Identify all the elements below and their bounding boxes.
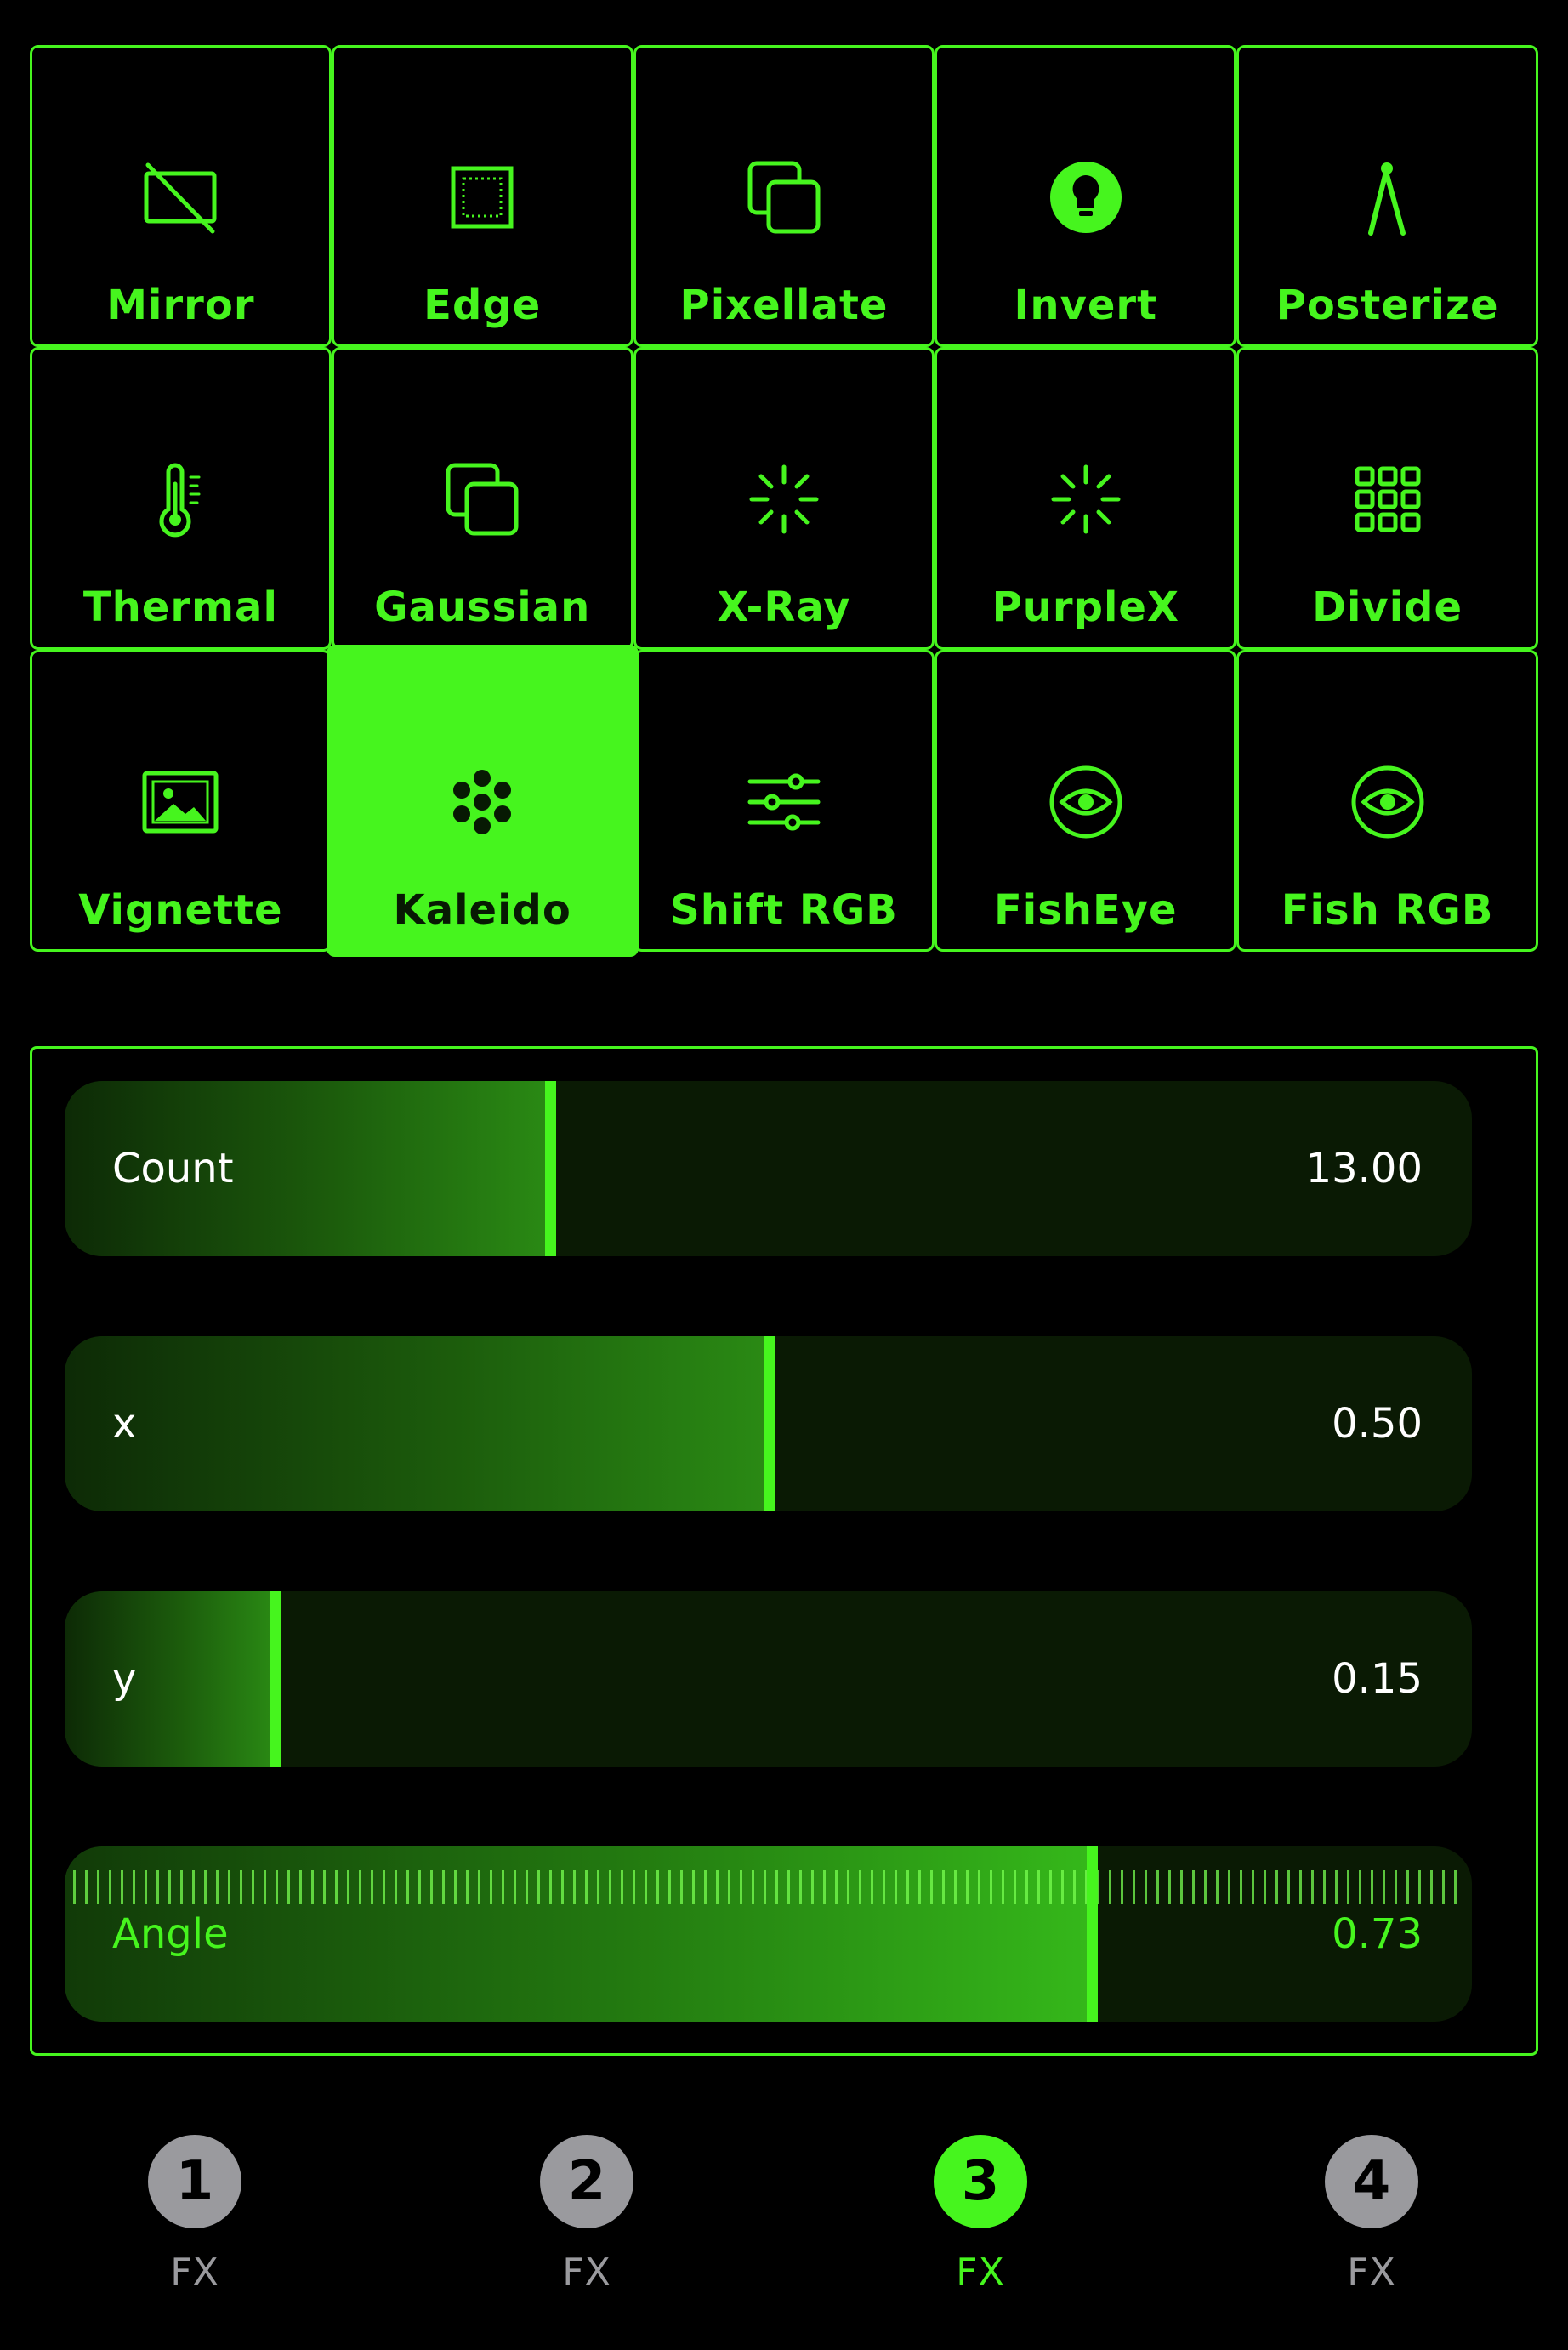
fx-tab-bar: 1 FX 2 FX 3 FX 4 FX: [0, 2135, 1568, 2330]
effect-label: Pixellate: [679, 282, 889, 329]
effect-posterize[interactable]: Posterize: [1236, 45, 1538, 348]
effect-label: X-Ray: [717, 583, 851, 632]
slider-label: y: [112, 1655, 137, 1703]
effect-label: FishEye: [993, 885, 1178, 934]
effects-grid: Mirror Edge Pixellate Invert Posterize T…: [30, 45, 1538, 957]
tab-number: 3: [934, 2135, 1027, 2228]
effect-kaleido[interactable]: Kaleido: [326, 644, 639, 957]
parameters-panel: Count 13.00 x 0.50 y 0.15 Angle 0.73: [30, 1046, 1538, 2056]
slider-value: 0.15: [1332, 1655, 1423, 1703]
slider-handle[interactable]: [763, 1336, 775, 1511]
effect-label: PurpleX: [991, 583, 1179, 632]
effect-pixellate[interactable]: Pixellate: [633, 45, 935, 348]
effect-invert[interactable]: Invert: [935, 45, 1237, 348]
slider-label: Angle: [112, 1910, 229, 1958]
slider-handle[interactable]: [544, 1081, 556, 1256]
effect-label: Invert: [1014, 282, 1158, 329]
tab-label: FX: [956, 2250, 1005, 2294]
effect-xray[interactable]: X-Ray: [633, 347, 935, 650]
effect-label: Divide: [1312, 583, 1463, 632]
tab-number: 4: [1325, 2135, 1418, 2228]
pixellate-icon: [743, 156, 825, 238]
effect-edge[interactable]: Edge: [331, 45, 633, 348]
effect-gaussian[interactable]: Gaussian: [331, 347, 633, 650]
effect-purplex[interactable]: PurpleX: [935, 347, 1237, 650]
effect-vignette[interactable]: Vignette: [30, 649, 332, 952]
tab-label: FX: [1347, 2250, 1396, 2294]
slider-value: 0.73: [1332, 1910, 1423, 1958]
fish-rgb-icon: [1347, 761, 1429, 843]
effect-label: Posterize: [1275, 282, 1499, 329]
slider-value: 0.50: [1332, 1400, 1423, 1448]
tab-fx-1[interactable]: 1 FX: [135, 2135, 254, 2294]
effect-shift-rgb[interactable]: Shift RGB: [633, 649, 935, 952]
tab-number: 2: [540, 2135, 633, 2228]
posterize-icon: [1347, 156, 1429, 238]
effect-label: Vignette: [78, 885, 283, 934]
mirror-icon: [139, 156, 221, 238]
angle-slider[interactable]: Angle 0.73: [65, 1846, 1472, 2022]
effect-mirror[interactable]: Mirror: [30, 45, 332, 348]
tab-fx-4[interactable]: 4 FX: [1312, 2135, 1431, 2294]
slider-handle[interactable]: [1087, 1846, 1099, 2022]
kaleido-icon: [441, 761, 523, 843]
slider-label: x: [112, 1400, 137, 1448]
slider-fill: [65, 1591, 276, 1767]
thermal-icon: [139, 458, 221, 540]
slider-handle[interactable]: [270, 1591, 282, 1767]
effect-label: Shift RGB: [670, 885, 898, 934]
purplex-icon: [1045, 458, 1127, 540]
tab-fx-3[interactable]: 3 FX: [921, 2135, 1040, 2294]
vignette-icon: [139, 761, 221, 843]
invert-icon: [1045, 156, 1127, 238]
slider-fill: [65, 1336, 769, 1511]
y-slider[interactable]: y 0.15: [65, 1591, 1472, 1767]
effect-divide[interactable]: Divide: [1236, 347, 1538, 650]
xray-icon: [743, 458, 825, 540]
effect-fisheye[interactable]: FishEye: [935, 649, 1237, 952]
effect-label: Mirror: [106, 282, 255, 329]
edge-icon: [441, 156, 523, 238]
tab-number: 1: [148, 2135, 241, 2228]
x-slider[interactable]: x 0.50: [65, 1336, 1472, 1511]
slider-value: 13.00: [1305, 1145, 1423, 1192]
effect-label: Edge: [423, 282, 542, 329]
shift-rgb-icon: [743, 761, 825, 843]
effect-fish-rgb[interactable]: Fish RGB: [1236, 649, 1538, 952]
effect-label: Gaussian: [374, 583, 591, 632]
tab-label: FX: [170, 2250, 219, 2294]
count-slider[interactable]: Count 13.00: [65, 1081, 1472, 1256]
effect-label: Thermal: [82, 583, 278, 632]
angle-ticks: [73, 1870, 1463, 1904]
effect-label: Fish RGB: [1281, 885, 1494, 934]
effect-label: Kaleido: [393, 885, 571, 934]
tab-fx-2[interactable]: 2 FX: [527, 2135, 646, 2294]
gaussian-icon: [441, 458, 523, 540]
effect-thermal[interactable]: Thermal: [30, 347, 332, 650]
divide-icon: [1347, 458, 1429, 540]
tab-label: FX: [562, 2250, 611, 2294]
fisheye-icon: [1045, 761, 1127, 843]
slider-label: Count: [112, 1145, 234, 1192]
